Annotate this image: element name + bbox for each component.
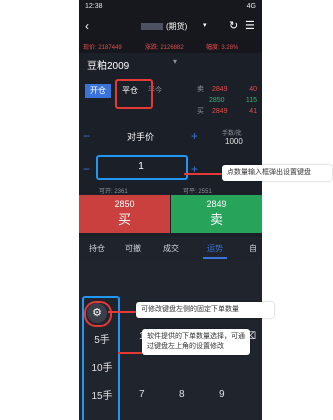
sell-label: 卖 [209,212,223,227]
ticker-item: 涨跌: 2126882 [145,45,184,51]
order-book-row: 2850 115 [197,95,257,106]
ticker-bar: 现价: 2187449 涨跌: 2126882 幅度: 3.28% [79,39,262,53]
ticker-item: 幅度: 3.28% [206,45,239,51]
price-type[interactable]: 对手价 [127,130,154,143]
available-open: 可开: 2361 [99,189,128,195]
order-book-label: 买 [197,108,204,115]
dropdown-icon[interactable]: ▾ [203,21,207,29]
lots-label: 手数/批 [222,131,242,137]
callout-line [118,352,142,354]
price-plus-icon[interactable]: + [191,129,198,143]
open-position-button[interactable]: 开仓 [85,84,111,98]
callout-line [108,311,136,313]
nav-header: ‹ (期货) ▾ ↻ ☰ [79,14,262,39]
menu-icon[interactable]: ☰ [245,19,255,32]
status-bar: 12:38 4G [79,0,262,14]
tab-positions[interactable]: 持仓 [89,243,105,254]
highlight-quantity-input [96,155,188,180]
buy-label: 买 [117,212,131,227]
tab-bar: 持仓 可撤 成交 运势 自 [79,237,262,259]
phone-screen: 12:38 4G ‹ (期货) ▾ ↻ ☰ 现价: 2187449 涨跌: 21… [79,0,262,420]
key-7[interactable]: 7 [139,389,145,400]
order-book-row: 买 2849 41 [197,106,257,117]
contract-dropdown-icon[interactable]: ▾ [173,57,177,66]
refresh-icon[interactable]: ↻ [229,19,238,32]
qty-minus-icon[interactable]: − [83,162,90,176]
order-book-qty: 40 [249,86,257,93]
sell-button[interactable]: 2849 卖 [171,195,262,233]
account-name-redacted [141,23,163,30]
highlight-settings-gear [84,301,112,327]
back-icon[interactable]: ‹ [85,19,89,33]
contract-name[interactable]: 豆粕2009 [87,57,129,72]
tab-trend[interactable]: 运势 [207,243,223,254]
order-book-qty: 115 [245,97,257,104]
page-title: (期货) [166,22,188,31]
order-book-price: 2850 [209,97,225,104]
buy-button[interactable]: 2850 买 [79,195,170,233]
tab-filled[interactable]: 成交 [163,243,179,254]
order-book-price: 2849 [211,108,228,115]
tab-more[interactable]: 自 [249,243,257,254]
available-close: 可平: 2551 [183,189,212,195]
network-indicator: 4G [246,3,256,10]
buy-price: 2850 [114,199,135,209]
annotation-quick-quantities: 软件提供的下单数量选择，可通过键盘左上角的设置修改 [142,329,250,355]
order-book-qty: 41 [249,108,257,115]
status-time: 12:38 [85,3,103,10]
order-book-row: 卖 2849 40 [197,84,257,95]
ticker-item: 现价: 2187449 [83,45,122,51]
annotation-quantity-input: 点数量输入框弹出设置键盘 [222,165,332,181]
callout-line [184,173,222,175]
key-8[interactable]: 8 [179,389,185,400]
sell-price: 2849 [206,199,227,209]
order-book-price: 2849 [211,86,228,93]
key-9[interactable]: 9 [219,389,225,400]
annotation-gear-settings: 可修改键盘左侧的固定下单数量 [136,302,274,318]
highlight-close-position [115,79,153,109]
price-minus-icon[interactable]: − [83,129,90,143]
order-book-label: 卖 [197,86,204,93]
lots-value: 1000 [225,137,243,146]
tab-cancelable[interactable]: 可撤 [125,243,141,254]
order-book: 卖 2849 40 2850 115 买 2849 41 [197,84,257,117]
